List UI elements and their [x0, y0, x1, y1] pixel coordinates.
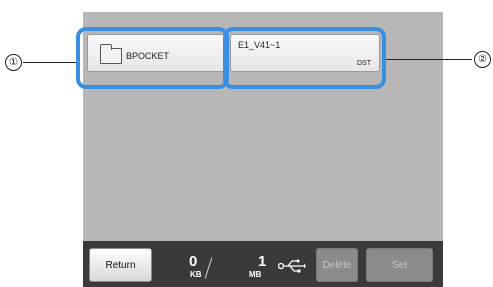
delete-button[interactable]: Delete — [316, 248, 358, 282]
callout-highlight-folder — [76, 27, 229, 89]
capacity-value: 1 — [258, 253, 267, 270]
used-value: 0 — [189, 253, 198, 270]
callout-line-1 — [23, 62, 76, 63]
capacity-unit: MB — [249, 270, 262, 279]
usb-icon — [278, 259, 306, 273]
callout-number-1: ① — [5, 54, 22, 71]
callout-highlight-file — [223, 27, 386, 89]
return-button[interactable]: Return — [89, 248, 152, 282]
callout-number-2: ② — [474, 51, 491, 68]
callout-line-2 — [386, 59, 472, 60]
used-unit: KB — [190, 270, 202, 279]
set-button[interactable]: Set — [366, 248, 433, 282]
